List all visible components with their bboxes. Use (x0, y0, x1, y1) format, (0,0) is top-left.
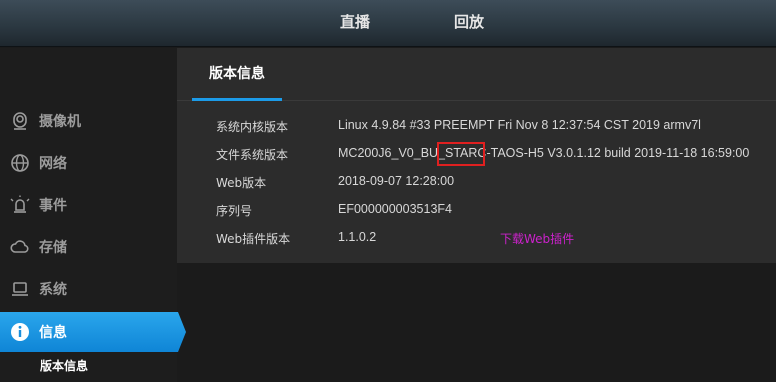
globe-icon (9, 152, 31, 174)
row-value: 1.1.0.2 (338, 230, 377, 244)
sidebar-item-label: 系统 (39, 282, 67, 298)
sidebar-item-event[interactable]: 事件 (0, 185, 177, 225)
nav-live[interactable]: 直播 (340, 0, 370, 47)
sidebar-item-storage[interactable]: 存储 (0, 227, 177, 267)
row-label: 系统内核版本 (216, 120, 289, 134)
sidebar: 摄像机 网络 事件 存储 系统 信息 版本信息 (0, 48, 186, 382)
sidebar-item-system[interactable]: 系统 (0, 269, 177, 309)
info-row-web-version: Web版本 2018-09-07 12:28:00 (177, 174, 776, 194)
row-value: Linux 4.9.84 #33 PREEMPT Fri Nov 8 12:37… (338, 118, 701, 132)
info-icon (9, 321, 31, 343)
row-value: 2018-09-07 12:28:00 (338, 174, 455, 188)
info-row-plugin-version: Web插件版本 1.1.0.2 下载Web插件 (177, 230, 776, 250)
sidebar-item-camera[interactable]: 摄像机 (0, 101, 177, 141)
row-label: 序列号 (216, 204, 253, 218)
nav-playback[interactable]: 回放 (454, 0, 484, 47)
cloud-icon (9, 236, 31, 258)
sidebar-item-info[interactable]: 信息 (0, 312, 186, 352)
download-web-plugin-link[interactable]: 下载Web插件 (500, 230, 574, 247)
row-label: Web版本 (216, 176, 267, 190)
sidebar-item-label: 摄像机 (39, 114, 81, 130)
camera-icon (9, 110, 31, 132)
tab-version-info[interactable]: 版本信息 (192, 48, 282, 101)
sidebar-subitem-version-info[interactable]: 版本信息 (40, 357, 88, 374)
sidebar-item-label: 事件 (39, 198, 67, 214)
info-row-serial: 序列号 EF000000003513F4 (177, 202, 776, 222)
alarm-icon (9, 194, 31, 216)
laptop-icon (9, 278, 31, 300)
top-navigation-bar: 直播 回放 (0, 0, 776, 47)
sidebar-item-label: 信息 (39, 325, 67, 341)
sidebar-item-label: 网络 (39, 156, 67, 172)
row-label: Web插件版本 (216, 232, 291, 246)
highlight-annotation-box (437, 142, 485, 166)
sidebar-item-label: 存储 (39, 240, 67, 256)
info-row-kernel: 系统内核版本 Linux 4.9.84 #33 PREEMPT Fri Nov … (177, 118, 776, 138)
tab-bar: 版本信息 (177, 48, 776, 101)
row-label: 文件系统版本 (216, 148, 289, 162)
row-value: EF000000003513F4 (338, 202, 452, 216)
row-value: MC200J6_V0_BU_STARC-TAOS-H5 V3.0.1.12 bu… (338, 146, 750, 160)
sidebar-item-network[interactable]: 网络 (0, 143, 177, 183)
